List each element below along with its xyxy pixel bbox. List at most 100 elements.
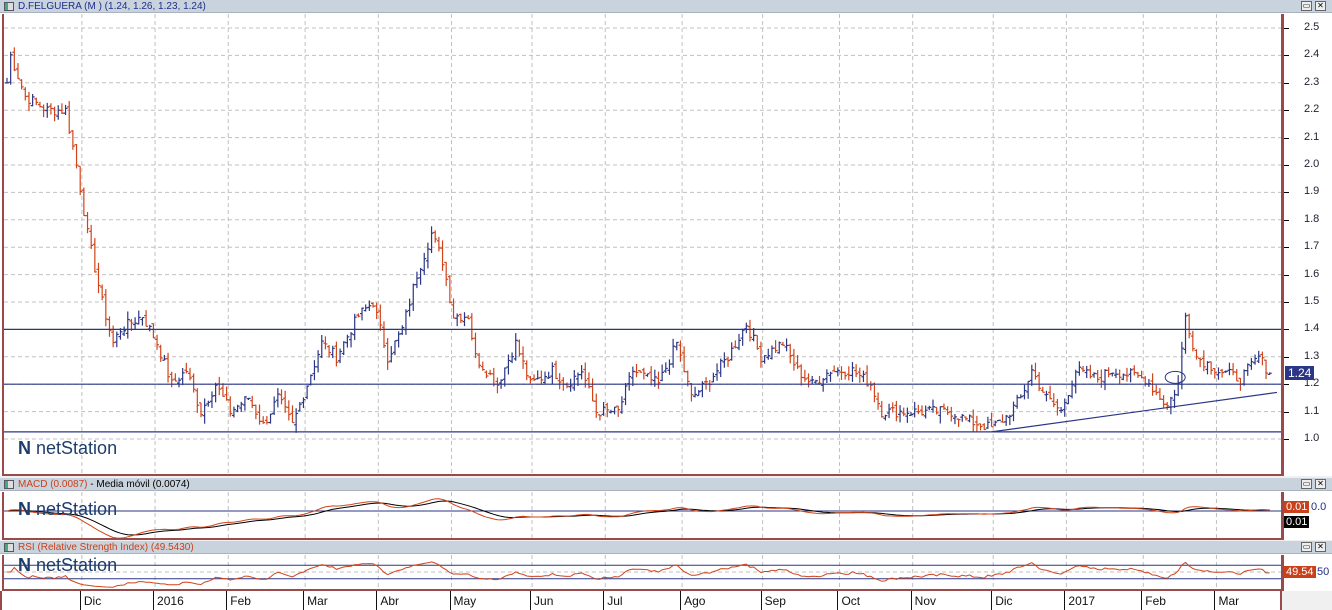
restore-button[interactable]: ▭ — [1301, 542, 1312, 552]
rsi-axis[interactable]: 49.54 50 — [1281, 555, 1330, 591]
price-axis[interactable]: 2.5 2.4 2.3 2.2 2.1 2.0 1.9 1.8 1.7 1.6 1.5 1.4 1.3 1… — [1281, 14, 1330, 476]
price-bar — [290, 405, 295, 424]
price-bar — [495, 377, 500, 394]
price-bar — [689, 383, 694, 402]
price-bar — [169, 371, 174, 388]
macd-badge: 0.01 — [1284, 501, 1310, 513]
price-bar — [1088, 364, 1093, 379]
price-bar — [188, 367, 192, 381]
price-bar — [682, 346, 687, 373]
price-bar — [693, 386, 698, 398]
price-bar — [557, 373, 562, 390]
price-bar — [945, 406, 950, 416]
price-bar — [85, 211, 90, 234]
price-bar — [974, 415, 979, 433]
rsi-chart-svg — [4, 555, 1283, 589]
price-chart-svg — [4, 14, 1283, 474]
price-bar — [846, 366, 851, 381]
macd-title: MACD (0.0087) — [18, 479, 88, 490]
price-tick-label: 1.5 — [1304, 295, 1320, 307]
price-bar — [1234, 368, 1239, 382]
price-bar — [30, 94, 35, 107]
macd-plot[interactable]: N netStation — [2, 492, 1283, 540]
price-bar — [100, 284, 105, 301]
price-bar — [704, 377, 709, 390]
price-bar — [985, 416, 990, 429]
price-bar — [63, 104, 68, 115]
price-bar — [213, 382, 218, 403]
price-bar — [1132, 365, 1137, 376]
price-bar — [1183, 312, 1188, 354]
close-button[interactable]: ✕ — [1315, 542, 1326, 552]
price-bar — [257, 404, 262, 425]
price-tick-label: 1.0 — [1304, 432, 1320, 444]
restore-button[interactable]: ▭ — [1301, 479, 1312, 489]
price-bar — [305, 385, 310, 400]
price-bar — [839, 366, 844, 380]
price-plot[interactable]: N netStation — [2, 14, 1283, 476]
price-bar — [283, 390, 288, 413]
rsi-plot[interactable]: N netStation — [2, 555, 1283, 591]
price-bar — [209, 391, 214, 408]
rsi-badge: 49.54 — [1284, 566, 1316, 578]
logo-mark-icon: N — [18, 555, 31, 575]
price-bar — [777, 341, 782, 354]
price-bar — [89, 224, 94, 249]
price-bar — [949, 406, 954, 422]
price-bar — [436, 236, 441, 252]
close-button[interactable]: ✕ — [1315, 1, 1326, 11]
price-bar — [740, 328, 745, 346]
price-bar — [941, 403, 946, 411]
price-bar — [180, 368, 185, 386]
price-bar — [136, 310, 141, 325]
price-bar — [546, 371, 551, 379]
macd-axis[interactable]: 0.01 0.0 0.01 — [1281, 492, 1330, 540]
price-bar — [1004, 414, 1009, 426]
price-tick — [1284, 55, 1289, 57]
time-tick — [991, 591, 993, 610]
price-bar — [960, 414, 965, 422]
price-bar — [641, 367, 646, 380]
price-bar — [832, 365, 837, 373]
price-tick — [1284, 247, 1289, 249]
price-bar — [630, 366, 635, 387]
price-tick — [1284, 302, 1289, 303]
price-bar — [34, 97, 39, 106]
price-bar — [854, 364, 859, 378]
logo-text: netStation — [36, 499, 118, 519]
price-bar — [663, 362, 668, 373]
time-tick — [303, 591, 305, 610]
price-bar — [220, 383, 225, 397]
price-bar — [711, 372, 716, 383]
price-bar — [843, 371, 848, 380]
price-bar — [96, 262, 101, 294]
price-bar — [930, 399, 935, 413]
price-tick — [1284, 439, 1289, 440]
restore-button[interactable]: ▭ — [1301, 1, 1312, 11]
price-tick-label: 1.3 — [1304, 349, 1320, 362]
rsi-panel: RSI (Relative Strength Index) (49.5430) … — [0, 541, 1332, 591]
price-bar — [1124, 367, 1129, 382]
price-bar — [52, 106, 57, 122]
price-bar — [1000, 414, 1005, 423]
close-button[interactable]: ✕ — [1315, 479, 1326, 489]
time-tick-label: Jun — [534, 594, 554, 608]
time-tick — [1064, 591, 1066, 610]
price-bar — [488, 369, 493, 376]
price-bar — [133, 317, 138, 330]
time-axis[interactable]: Dic 2016 Feb Mar Abr May Jun Jul Ago Sep Oct Nov Dic… — [0, 591, 1282, 610]
price-bar — [403, 309, 408, 335]
time-tick-label: Sep — [764, 594, 786, 608]
price-bar — [967, 414, 972, 423]
price-bar — [802, 369, 807, 382]
price-bar — [59, 103, 64, 114]
price-bar — [521, 346, 526, 369]
price-bar — [184, 362, 189, 374]
rsi-title: RSI (Relative Strength Index) (49.5430) — [18, 542, 194, 553]
price-bar — [674, 341, 679, 351]
price-bar — [70, 130, 75, 150]
price-tick — [1284, 219, 1289, 221]
price-bar — [323, 336, 328, 350]
price-bar — [1209, 361, 1214, 375]
price-tick-label: 2.3 — [1304, 75, 1320, 88]
